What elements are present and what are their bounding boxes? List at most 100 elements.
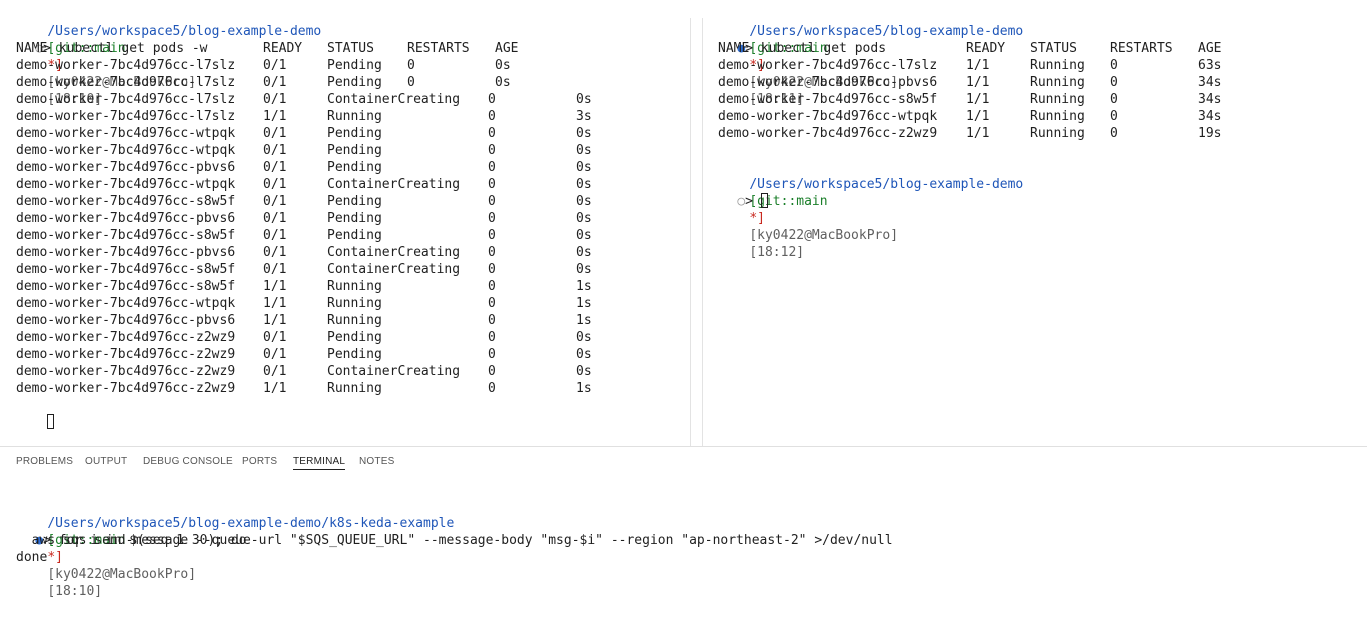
right-terminal-pane[interactable]: /Users/workspace5/blog-example-demo [git… xyxy=(703,0,1367,446)
table-cell: 0/1 xyxy=(263,143,287,158)
table-cell: 0/1 xyxy=(263,347,287,362)
tab-terminal[interactable]: TERMINAL xyxy=(293,456,346,470)
table-cell: Running xyxy=(1030,92,1085,107)
table-row: demo-worker-7bc4d976cc-l7slz 0/1 Container… xyxy=(16,91,676,108)
table-row: demo-worker-7bc4d976cc-s8w5f 0/1 Pending 0 0… xyxy=(16,227,676,244)
table-row: demo-worker-7bc4d976cc-z2wz9 0/1 Container… xyxy=(16,363,676,380)
table-header-cell: STATUS xyxy=(1030,41,1077,56)
table-cell: demo-worker-7bc4d976cc-wtpqk xyxy=(16,296,236,311)
table-cell: 0s xyxy=(576,245,592,260)
table-cell: 0/1 xyxy=(263,194,287,209)
tab-ports[interactable]: PORTS xyxy=(242,456,277,467)
table-cell: 1/1 xyxy=(263,109,287,124)
right-input-line[interactable]: ○> xyxy=(706,176,768,209)
table-row: demo-worker-7bc4d976cc-wtpqk 0/1 Pending 0 0… xyxy=(16,125,676,142)
table-cell: 0 xyxy=(488,228,496,243)
table-row: demo-worker-7bc4d976cc-s8w5f 0/1 Container… xyxy=(16,261,676,278)
command-status-empty-dot-icon: ○ xyxy=(737,194,746,209)
table-cell: 1/1 xyxy=(263,296,287,311)
table-cell: 0 xyxy=(1110,126,1118,141)
table-cell: 0 xyxy=(407,75,415,90)
tab-debug-console[interactable]: DEBUG CONSOLE xyxy=(143,456,233,467)
tab-problems[interactable]: PROBLEMS xyxy=(16,456,73,467)
table-cell: demo-worker-7bc4d976cc-s8w5f xyxy=(16,228,236,243)
table-header-cell: READY xyxy=(263,41,303,56)
table-cell: 0 xyxy=(488,143,496,158)
table-cell: 0s xyxy=(576,194,592,209)
table-cell: demo-worker-7bc4d976cc-s8w5f xyxy=(16,194,236,209)
table-cell: 0/1 xyxy=(263,75,287,90)
table-cell: Running xyxy=(327,313,382,328)
table-cell: demo-worker-7bc4d976cc-z2wz9 xyxy=(718,126,938,141)
table-cell: demo-worker-7bc4d976cc-wtpqk xyxy=(16,143,236,158)
table-cell: 0/1 xyxy=(263,245,287,260)
table-cell: Pending xyxy=(327,58,382,73)
left-terminal-pane[interactable]: /Users/workspace5/blog-example-demo [git… xyxy=(0,0,690,446)
table-cell: Running xyxy=(327,296,382,311)
bottom-terminal[interactable]: /Users/workspace5/blog-example-demo/k8s-… xyxy=(0,474,1367,599)
table-cell: 0s xyxy=(576,330,592,345)
table-cell: 1s xyxy=(576,279,592,294)
table-cell: Pending xyxy=(327,160,382,175)
table-cell: 0 xyxy=(407,58,415,73)
table-cell: demo-worker-7bc4d976cc-pbvs6 xyxy=(718,75,938,90)
table-header-row: NAME READY STATUS RESTARTS AGE xyxy=(16,40,676,57)
table-cell: 0 xyxy=(488,262,496,277)
table-cell: ContainerCreating xyxy=(327,245,461,260)
table-cell: 3s xyxy=(576,109,592,124)
table-row: demo-worker-7bc4d976cc-wtpqk 0/1 Pending 0 0… xyxy=(16,142,676,159)
table-row: demo-worker-7bc4d976cc-l7slz 0/1 Pending 0 0… xyxy=(16,74,676,91)
table-cell: 63s xyxy=(1198,58,1222,73)
table-cell: 1/1 xyxy=(263,313,287,328)
table-row: demo-worker-7bc4d976cc-pbvs6 0/1 Pending 0 0… xyxy=(16,210,676,227)
terminal-cursor xyxy=(760,193,768,208)
tab-notes[interactable]: NOTES xyxy=(359,456,394,467)
table-cell: demo-worker-7bc4d976cc-pbvs6 xyxy=(16,211,236,226)
right-prompt-symbol: > xyxy=(745,194,753,209)
right-prompt-line: /Users/workspace5/blog-example-demo [git… xyxy=(718,6,1023,107)
table-cell: 0/1 xyxy=(263,330,287,345)
table-cell: demo-worker-7bc4d976cc-z2wz9 xyxy=(16,381,236,396)
table-cell: 0/1 xyxy=(263,262,287,277)
table-cell: ContainerCreating xyxy=(327,92,461,107)
table-cell: 0s xyxy=(576,228,592,243)
prompt-user: [ky0422@MacBookPro] xyxy=(749,228,899,243)
table-row: demo-worker-7bc4d976cc-z2wz9 1/1 Running 0 1… xyxy=(16,380,676,397)
table-cell: 34s xyxy=(1198,109,1222,124)
table-header-cell: NAME xyxy=(718,41,750,56)
tab-output[interactable]: OUTPUT xyxy=(85,456,127,467)
table-cell: demo-worker-7bc4d976cc-wtpqk xyxy=(16,126,236,141)
table-header-cell: READY xyxy=(966,41,1006,56)
table-row: demo-worker-7bc4d976cc-wtpqk 1/1 Running 0 1… xyxy=(16,295,676,312)
table-cell: ContainerCreating xyxy=(327,177,461,192)
table-row: demo-worker-7bc4d976cc-l7slz 0/1 Pending 0 0… xyxy=(16,57,676,74)
table-cell: 0 xyxy=(488,194,496,209)
table-cell: demo-worker-7bc4d976cc-pbvs6 xyxy=(16,245,236,260)
table-cell: 1/1 xyxy=(966,75,990,90)
table-cell: 0/1 xyxy=(263,160,287,175)
table-cell: Pending xyxy=(327,228,382,243)
table-row: demo-worker-7bc4d976cc-s8w5f 1/1 Running 0 1… xyxy=(16,278,676,295)
table-cell: Pending xyxy=(327,126,382,141)
table-cell: 0/1 xyxy=(263,58,287,73)
bottom-prompt-line: /Users/workspace5/blog-example-demo/k8s-… xyxy=(16,498,454,599)
table-header-cell: AGE xyxy=(495,41,519,56)
table-cell: 0 xyxy=(1110,75,1118,90)
prompt-path: /Users/workspace5/blog-example-demo xyxy=(749,177,1024,192)
table-cell: demo-worker-7bc4d976cc-z2wz9 xyxy=(16,330,236,345)
table-cell: 1/1 xyxy=(966,58,990,73)
table-cell: 0/1 xyxy=(263,126,287,141)
table-cell: demo-worker-7bc4d976cc-l7slz xyxy=(16,109,236,124)
table-cell: 0 xyxy=(488,126,496,141)
pane-divider-left[interactable] xyxy=(690,18,691,446)
table-cell: 0s xyxy=(576,160,592,175)
table-cell: Pending xyxy=(327,211,382,226)
prompt-dirty-marker: *] xyxy=(749,211,765,226)
table-cell: 0/1 xyxy=(263,228,287,243)
table-cell: 0s xyxy=(576,347,592,362)
table-row: demo-worker-7bc4d976cc-pbvs6 0/1 Container… xyxy=(16,244,676,261)
table-cell: Pending xyxy=(327,330,382,345)
table-cell: 0 xyxy=(488,347,496,362)
table-cell: 0 xyxy=(488,279,496,294)
table-cell: 0 xyxy=(488,211,496,226)
